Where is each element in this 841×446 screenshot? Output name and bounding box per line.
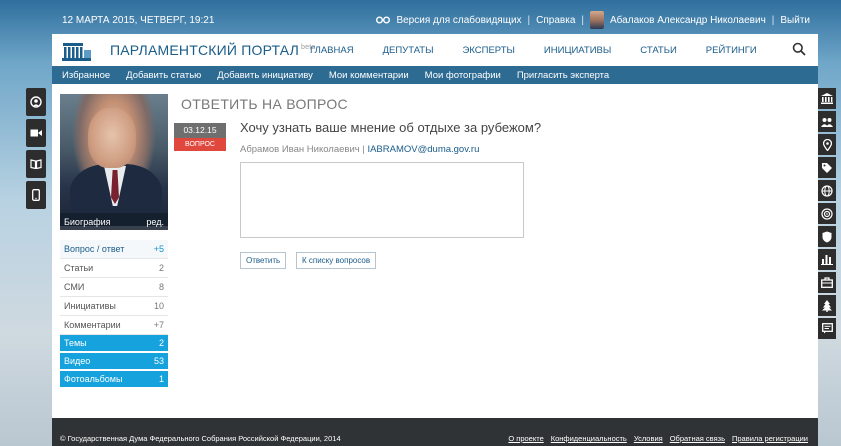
separator: |: [527, 14, 531, 26]
count: 2: [158, 263, 164, 273]
current-date: 12 МАРТА 2015, ЧЕТВЕРГ, 19:21: [62, 14, 215, 26]
globe-icon[interactable]: [818, 180, 836, 201]
tags-icon[interactable]: [818, 157, 836, 178]
video-camera-icon[interactable]: [26, 119, 46, 147]
sub-nav: Избранное Добавить статью Добавить иници…: [52, 66, 818, 84]
back-to-questions-button[interactable]: К списку вопросов: [296, 252, 377, 269]
parliament-icon[interactable]: [818, 88, 836, 109]
count: 8: [158, 282, 164, 292]
site-footer: © Государственная Дума Федерального Собр…: [52, 418, 818, 446]
book-icon[interactable]: [26, 150, 46, 178]
menu-item-topics[interactable]: Темы 2: [60, 335, 168, 353]
deputy-photo[interactable]: [60, 94, 168, 226]
nav-ratings[interactable]: РЕЙТИНГИ: [706, 45, 757, 56]
count: 10: [153, 301, 164, 311]
help-link[interactable]: Справка: [536, 15, 575, 26]
footer-link-privacy[interactable]: Конфиденциальность: [551, 434, 627, 443]
question-type-badge: ВОПРОС: [174, 138, 226, 151]
copyright-text: © Государственная Дума Федерального Собр…: [60, 434, 341, 443]
count: 53: [153, 356, 164, 366]
right-toolbar: [818, 88, 836, 341]
question-date-badge: 03.12.15: [174, 123, 226, 138]
menu-item-photo-albums[interactable]: Фотоальбомы 1: [60, 371, 168, 389]
footer-links: О проекте Конфиденциальность Условия Обр…: [501, 434, 808, 443]
separator: |: [771, 14, 775, 26]
menu-item-articles[interactable]: Статьи 2: [60, 259, 168, 278]
biography-link[interactable]: Биография: [64, 217, 111, 227]
left-toolbar: [26, 88, 46, 212]
subnav-invite-expert[interactable]: Пригласить эксперта: [517, 70, 609, 81]
nav-experts[interactable]: ЭКСПЕРТЫ: [463, 45, 515, 56]
target-icon[interactable]: [818, 203, 836, 224]
footer-link-about[interactable]: О проекте: [508, 434, 543, 443]
menu-item-qa[interactable]: Вопрос / ответ +5: [60, 240, 168, 259]
question-author: Абрамов Иван Николаевич | IABRAMOV@duma.…: [240, 144, 479, 155]
location-pin-icon[interactable]: [818, 134, 836, 155]
user-avatar[interactable]: [590, 11, 604, 29]
separator: |: [581, 14, 584, 26]
nav-home[interactable]: ГЛАВНАЯ: [310, 45, 354, 56]
page-title: ОТВЕТИТЬ НА ВОПРОС: [181, 96, 348, 112]
count: 2: [158, 338, 164, 348]
nav-articles[interactable]: СТАТЬИ: [640, 45, 677, 56]
content-panel: Биография ред. Вопрос / ответ +5 Статьи 2 …: [52, 84, 818, 418]
menu-item-media[interactable]: СМИ 8: [60, 278, 168, 297]
menu-item-video[interactable]: Видео 53: [60, 353, 168, 371]
portal-title[interactable]: ПАРЛАМЕНТСКИЙ ПОРТАЛ beta: [110, 42, 315, 58]
shield-icon[interactable]: [818, 226, 836, 247]
footer-link-registration-rules[interactable]: Правила регистрации: [732, 434, 808, 443]
user-name-link[interactable]: Абалаков Александр Николаевич: [610, 15, 766, 26]
question-text: Хочу узнать ваше мнение об отдыхе за руб…: [240, 120, 542, 135]
subnav-my-photos[interactable]: Мои фотографии: [425, 70, 501, 81]
author-name: Абрамов Иван Николаевич: [240, 144, 360, 155]
message-icon[interactable]: [818, 318, 836, 339]
main-nav: ГЛАВНАЯ ДЕПУТАТЫ ЭКСПЕРТЫ ИНИЦИАТИВЫ СТА…: [310, 45, 786, 56]
subnav-my-comments[interactable]: Мои комментарии: [329, 70, 409, 81]
tree-icon[interactable]: [818, 295, 836, 316]
nav-deputies[interactable]: ДЕПУТАТЫ: [383, 45, 434, 56]
menu-item-comments[interactable]: Комментарии +7: [60, 316, 168, 335]
briefcase-icon[interactable]: [818, 272, 836, 293]
person-circle-icon[interactable]: [26, 88, 46, 116]
author-email-link[interactable]: IABRAMOV@duma.gov.ru: [367, 144, 479, 155]
nav-initiatives[interactable]: ИНИЦИАТИВЫ: [544, 45, 611, 56]
mobile-phone-icon[interactable]: [26, 181, 46, 209]
search-icon[interactable]: [792, 42, 806, 56]
glasses-icon[interactable]: [376, 16, 391, 24]
bio-bar: Биография ред.: [60, 213, 168, 230]
profile-menu: Вопрос / ответ +5 Статьи 2 СМИ 8 Инициативы…: [60, 240, 168, 389]
footer-link-terms[interactable]: Условия: [634, 434, 663, 443]
subnav-add-article[interactable]: Добавить статью: [126, 70, 201, 81]
bar-chart-icon[interactable]: [818, 249, 836, 270]
footer-link-feedback[interactable]: Обратная связь: [670, 434, 725, 443]
answer-button[interactable]: Ответить: [240, 252, 287, 269]
logout-link[interactable]: Выйти: [780, 15, 810, 26]
count: +5: [153, 244, 164, 254]
count: +7: [153, 320, 164, 330]
subnav-add-initiative[interactable]: Добавить инициативу: [217, 70, 313, 81]
parliament-logo-icon[interactable]: [62, 40, 92, 62]
count: 1: [158, 374, 164, 384]
low-vision-link[interactable]: Версия для слабовидящих: [396, 15, 521, 26]
top-bar: 12 МАРТА 2015, ЧЕТВЕРГ, 19:21 Версия для…: [52, 8, 818, 32]
menu-item-initiatives[interactable]: Инициативы 10: [60, 297, 168, 316]
edit-link[interactable]: ред.: [146, 217, 164, 227]
people-group-icon[interactable]: [818, 111, 836, 132]
answer-textarea[interactable]: [240, 162, 524, 238]
subnav-favorites[interactable]: Избранное: [62, 70, 110, 81]
site-header: ПАРЛАМЕНТСКИЙ ПОРТАЛ beta ГЛАВНАЯ ДЕПУТАТ…: [52, 34, 818, 66]
user-bar: Версия для слабовидящих | Справка | Абал…: [376, 11, 810, 29]
